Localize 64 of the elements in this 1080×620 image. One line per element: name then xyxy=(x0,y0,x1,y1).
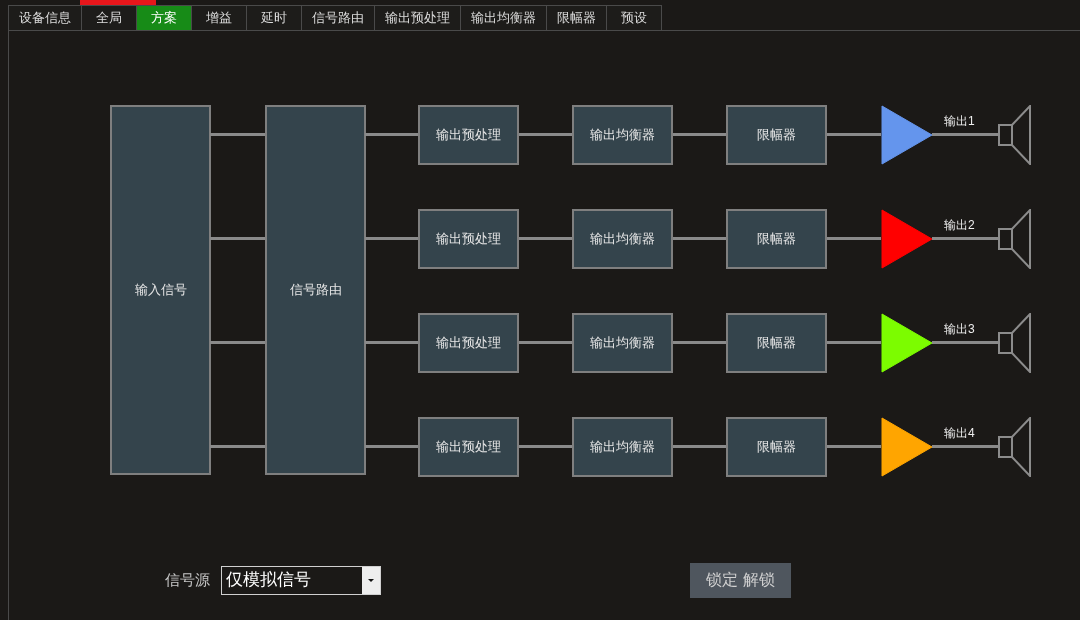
connector-line xyxy=(826,133,881,136)
connector-line xyxy=(672,341,726,344)
tab[interactable]: 限幅器 xyxy=(547,5,607,30)
stage-block[interactable]: 输出预处理 xyxy=(418,313,519,373)
stage-block[interactable]: 输出均衡器 xyxy=(572,417,673,477)
speaker-icon xyxy=(998,313,1032,373)
connector-line xyxy=(210,133,265,136)
connector-line xyxy=(365,341,418,344)
caret-icon[interactable] xyxy=(362,566,380,594)
connector-line xyxy=(672,237,726,240)
connector-line xyxy=(518,133,572,136)
connector-line xyxy=(210,341,265,344)
speaker-icon xyxy=(998,417,1032,477)
tab[interactable]: 方案 xyxy=(137,5,192,30)
output-label: 输出3 xyxy=(944,323,975,335)
stage-block[interactable]: 限幅器 xyxy=(726,209,827,269)
stage-block[interactable]: 限幅器 xyxy=(726,105,827,165)
stage-block[interactable]: 限幅器 xyxy=(726,313,827,373)
connector-line xyxy=(932,133,999,136)
connector-line xyxy=(518,341,572,344)
amplifier-icon xyxy=(881,209,933,269)
connector-line xyxy=(518,237,572,240)
stage-block[interactable]: 输出预处理 xyxy=(418,105,519,165)
signal-source-select[interactable]: 仅模拟信号 xyxy=(221,565,381,595)
tab[interactable]: 设备信息 xyxy=(8,5,82,30)
diagram-block[interactable]: 输入信号 xyxy=(110,105,211,475)
lock-button[interactable]: 锁定 解锁 xyxy=(690,562,791,598)
tab[interactable]: 输出预处理 xyxy=(375,5,461,30)
connector-line xyxy=(365,133,418,136)
tab[interactable]: 延时 xyxy=(247,5,302,30)
connector-line xyxy=(210,445,265,448)
connector-line xyxy=(518,445,572,448)
stage-block[interactable]: 限幅器 xyxy=(726,417,827,477)
amplifier-icon xyxy=(881,313,933,373)
tab[interactable]: 全局 xyxy=(82,5,137,30)
tab[interactable]: 预设 xyxy=(607,5,662,30)
tab[interactable]: 信号路由 xyxy=(302,5,375,30)
tab[interactable]: 增益 xyxy=(192,5,247,30)
connector-line xyxy=(826,237,881,240)
stage-block[interactable]: 输出均衡器 xyxy=(572,209,673,269)
output-label: 输出2 xyxy=(944,219,975,231)
connector-line xyxy=(210,237,265,240)
stage-block[interactable]: 输出均衡器 xyxy=(572,313,673,373)
field-label: 信号源 xyxy=(165,569,210,590)
amplifier-icon xyxy=(881,417,933,477)
stage-block[interactable]: 输出均衡器 xyxy=(572,105,673,165)
connector-line xyxy=(365,445,418,448)
connector-line xyxy=(932,237,999,240)
connector-line xyxy=(672,133,726,136)
connector-line xyxy=(826,445,881,448)
amplifier-icon xyxy=(881,105,933,165)
output-label: 输出4 xyxy=(944,427,975,439)
speaker-icon xyxy=(998,209,1032,269)
output-label: 输出1 xyxy=(944,115,975,127)
connector-line xyxy=(672,445,726,448)
stage-block[interactable]: 输出预处理 xyxy=(418,209,519,269)
connector-line xyxy=(932,445,999,448)
connector-line xyxy=(932,341,999,344)
tab[interactable]: 输出均衡器 xyxy=(461,5,547,30)
stage-block[interactable]: 输出预处理 xyxy=(418,417,519,477)
speaker-icon xyxy=(998,105,1032,165)
connector-line xyxy=(365,237,418,240)
diagram-block[interactable]: 信号路由 xyxy=(265,105,366,475)
connector-line xyxy=(826,341,881,344)
